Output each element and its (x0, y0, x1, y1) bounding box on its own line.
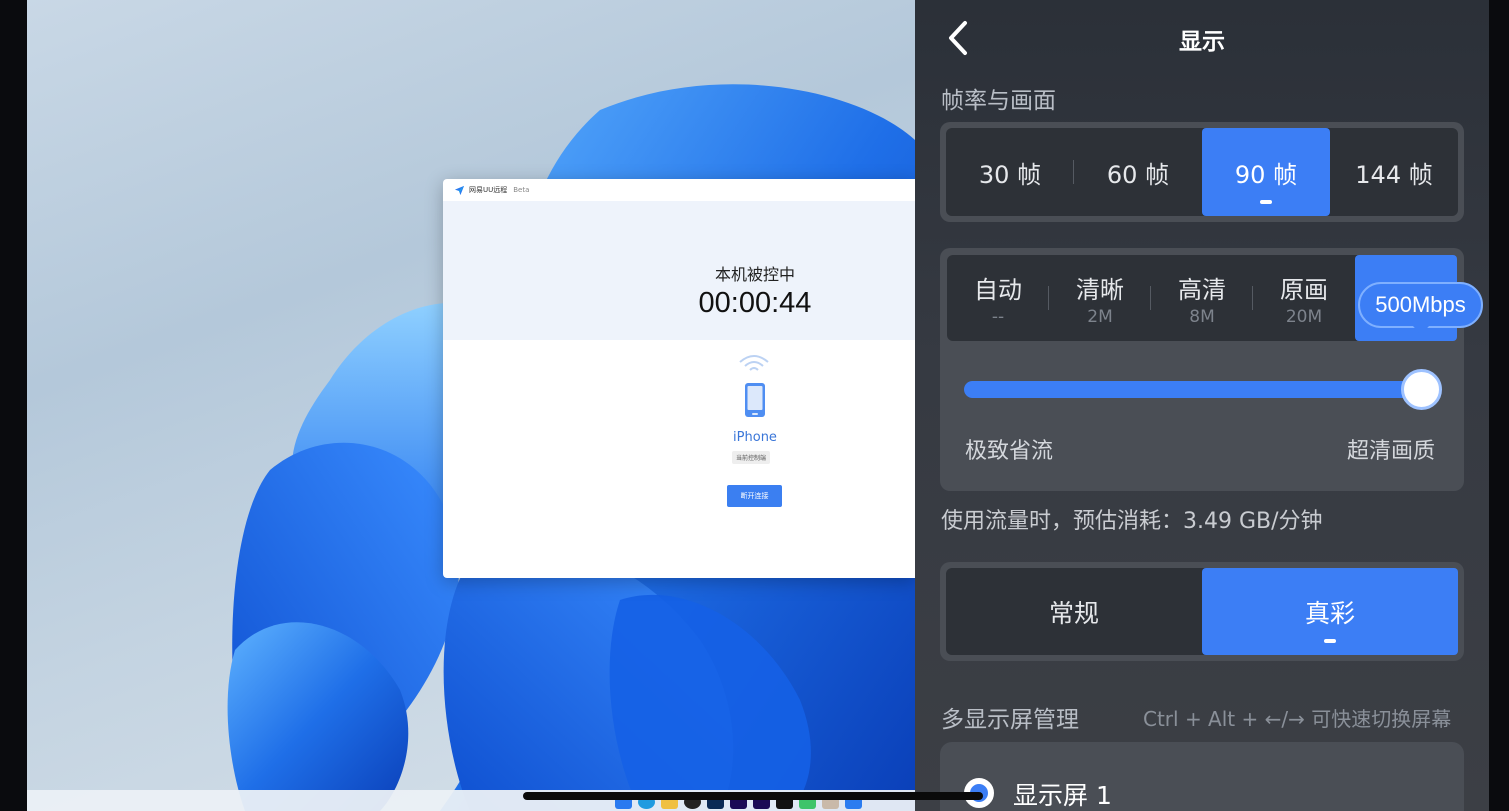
uu-logo-icon (454, 185, 465, 195)
color-mode-option-0[interactable]: 常规 (946, 568, 1202, 655)
device-bezel-right (1489, 0, 1509, 811)
disconnect-button[interactable]: 断开连接 (727, 485, 782, 507)
fps-option-2[interactable]: 90 帧 (1202, 128, 1330, 216)
color-mode-option-label: 真彩 (1304, 598, 1355, 628)
quality-option-sub: 20M (1285, 306, 1323, 327)
device-info: iPhone 当前控制端 断开连接 (443, 340, 915, 578)
color-mode-option-label: 常规 (1048, 598, 1099, 628)
color-mode-selector: 常规 真彩 (940, 562, 1464, 661)
bitrate-slider-thumb[interactable] (1401, 369, 1442, 410)
color-mode-option-1[interactable]: 真彩 (1202, 568, 1458, 655)
fps-option-3[interactable]: 144 帧 (1330, 128, 1458, 216)
quality-option-3[interactable]: 原画 20M (1253, 255, 1355, 341)
status-header: 本机被控中 00:00:44 (443, 201, 915, 340)
wifi-signal-icon (739, 355, 769, 371)
quality-option-label: 高清 (1178, 275, 1226, 304)
quality-option-2[interactable]: 高清 8M (1151, 255, 1253, 341)
fps-selector: 30 帧 60 帧 90 帧 144 帧 (940, 122, 1464, 222)
app-title: 网易UU远程 (469, 186, 508, 194)
remote-app-window: 网易UU远程 Beta 本机被控中 00:00:44 iPhone 当前控制端 … (443, 179, 915, 578)
fps-option-label: 90 帧 (1234, 160, 1298, 189)
panel-title: 显示 (1179, 29, 1225, 55)
bitrate-slider-track[interactable] (964, 381, 1440, 398)
slider-max-label: 超清画质 (1347, 439, 1436, 464)
fps-option-0[interactable]: 30 帧 (946, 128, 1074, 216)
remote-desktop-view[interactable]: 网易UU远程 Beta 本机被控中 00:00:44 iPhone 当前控制端 … (0, 0, 915, 811)
slider-min-label: 极致省流 (965, 439, 1054, 464)
multi-display-section-label: 多显示屏管理 (941, 707, 1079, 733)
tooltip-tail (1413, 326, 1429, 335)
app-titlebar: 网易UU远程 Beta (443, 179, 915, 201)
device-bezel-left (0, 0, 27, 811)
bitrate-tooltip: 500Mbps (1358, 282, 1483, 328)
quality-option-1[interactable]: 清晰 2M (1049, 255, 1151, 341)
fps-section-label: 帧率与画面 (941, 88, 1056, 114)
selected-indicator (1260, 200, 1272, 204)
control-status-text: 本机被控中 (714, 265, 795, 284)
quality-option-label: 自动 (974, 275, 1022, 304)
app-beta-badge: Beta (513, 186, 530, 194)
controller-tag: 当前控制端 (732, 451, 771, 464)
quality-option-0[interactable]: 自动 -- (947, 255, 1049, 341)
fps-option-1[interactable]: 60 帧 (1074, 128, 1202, 216)
screen-name[interactable]: 显示屏 1 (1013, 776, 1112, 811)
quality-option-sub: -- (991, 306, 1005, 327)
session-timer: 00:00:44 (698, 287, 812, 319)
fps-option-label: 30 帧 (978, 160, 1042, 189)
fps-option-label: 144 帧 (1355, 160, 1433, 189)
multi-display-hint: Ctrl + Alt + ←/→ 可快速切换屏幕 (1143, 707, 1452, 731)
quality-option-sub: 2M (1087, 306, 1113, 327)
phone-icon (745, 383, 765, 417)
selected-indicator (1324, 639, 1336, 643)
data-usage-estimate: 使用流量时，预估消耗：3.49 GB/分钟 (941, 509, 1323, 534)
home-indicator[interactable] (523, 792, 983, 800)
quality-option-label: 原画 (1280, 275, 1328, 304)
quality-option-sub: 8M (1189, 306, 1215, 327)
device-name: iPhone (733, 430, 777, 445)
fps-option-label: 60 帧 (1106, 160, 1170, 189)
quality-option-label: 清晰 (1076, 275, 1124, 304)
display-settings-panel: 显示 帧率与画面 30 帧 60 帧 90 帧 144 帧 自动 -- 清晰 2M 高清 8M 原… (915, 0, 1489, 811)
